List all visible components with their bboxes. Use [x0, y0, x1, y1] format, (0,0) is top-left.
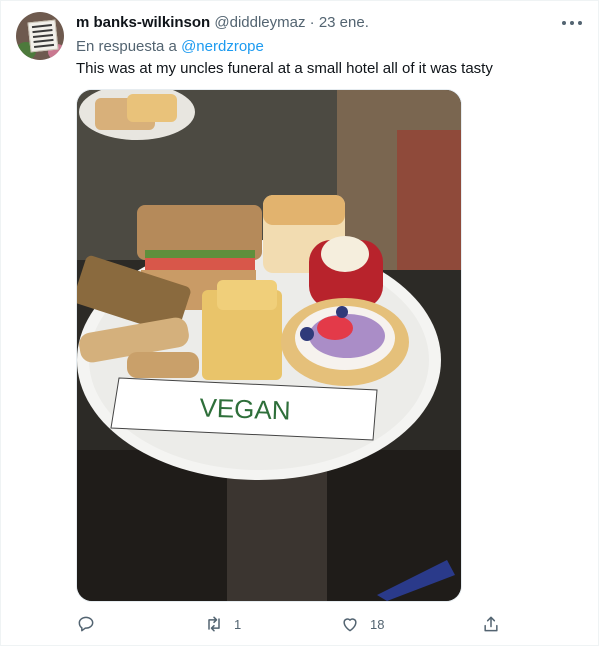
handle[interactable]: @diddleymaz — [214, 14, 305, 31]
avatar[interactable] — [16, 12, 64, 60]
food-plate-image: VEGAN — [77, 90, 461, 601]
like-icon — [343, 618, 357, 632]
reply-prefix: En respuesta a — [76, 38, 177, 55]
tweet-date[interactable]: 23 ene. — [319, 14, 369, 31]
like-button[interactable]: 18 — [340, 610, 384, 638]
tweet-header: m banks-wilkinson @diddleymaz · 23 ene. — [76, 14, 369, 31]
separator: · — [309, 14, 315, 31]
tweet-text: This was at my uncles funeral at a small… — [76, 60, 493, 77]
tweet-actions: 1 18 — [76, 610, 506, 638]
reply-context: En respuesta a @nerdzrope — [76, 38, 264, 55]
more-icon[interactable] — [560, 13, 584, 33]
vegan-sign-text: VEGAN — [199, 392, 291, 425]
retweet-button[interactable]: 1 — [204, 610, 241, 638]
retweet-count: 1 — [234, 616, 242, 632]
tweet-photo[interactable]: VEGAN — [76, 89, 462, 602]
share-button[interactable] — [481, 610, 501, 638]
display-name[interactable]: m banks-wilkinson — [76, 14, 210, 31]
like-count: 18 — [370, 616, 385, 632]
reply-icon — [78, 616, 94, 632]
reply-to-link[interactable]: @nerdzrope — [181, 38, 264, 55]
reply-button[interactable] — [76, 610, 106, 638]
share-icon — [484, 616, 498, 632]
retweet-icon — [208, 616, 220, 632]
